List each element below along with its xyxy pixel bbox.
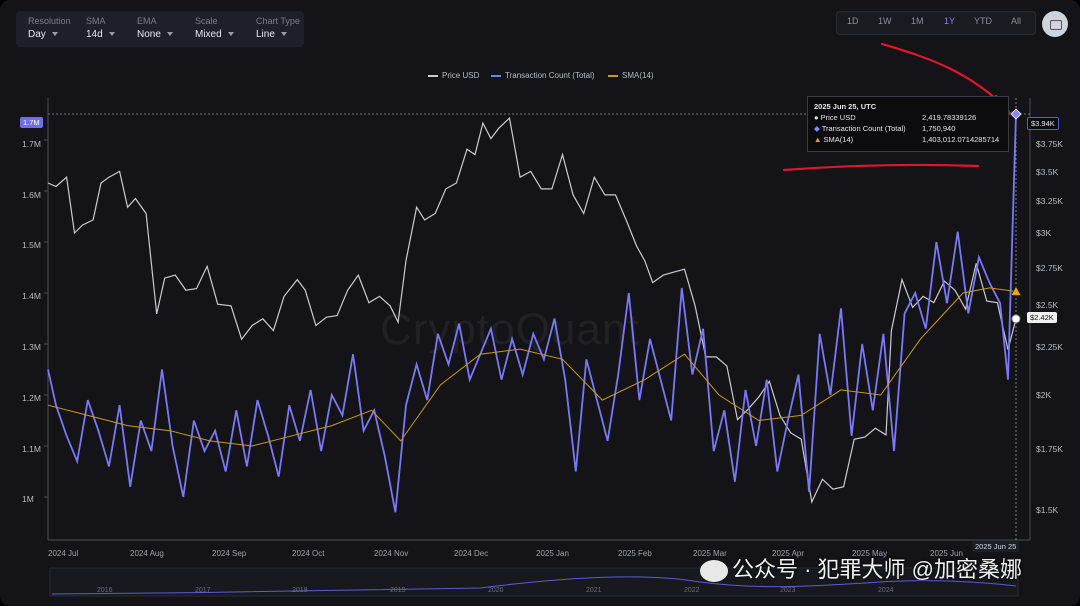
- y-left-tick-1-6m: 1.6M: [22, 190, 41, 200]
- price-badge: $2.42K: [1027, 312, 1057, 323]
- navigator-year-2023: 2023: [780, 587, 796, 594]
- wechat-watermark: 公众号 · 犯罪大师 @加密桑娜: [700, 552, 1022, 584]
- crosshair-right-label: $3.94K: [1027, 117, 1059, 130]
- x-tick-2024-aug: 2024 Aug: [130, 549, 164, 558]
- dot-icon: ●: [814, 113, 819, 122]
- chart-frame: Resolution Day SMA 14d EMA None Scale Mi…: [0, 0, 1080, 606]
- tooltip-value-price: 2,419.78339126: [922, 113, 977, 122]
- navigator-year-2017: 2017: [195, 587, 211, 594]
- y-right-tick-1-5k: $1.5K: [1036, 505, 1059, 515]
- tooltip-value-tx: 1,750,940: [922, 124, 956, 133]
- x-tick-2024-sep: 2024 Sep: [212, 549, 247, 558]
- y-right-tick-3-5k: $3.5K: [1036, 167, 1059, 177]
- y-left-tick-1-3m: 1.3M: [22, 342, 41, 352]
- wechat-logo-icon: [700, 560, 728, 583]
- navigator-year-2019: 2019: [390, 587, 406, 594]
- y-left-tick-1-2m: 1.2M: [22, 393, 41, 403]
- diamond-icon: ◆: [814, 124, 820, 133]
- tooltip-row-sma: ▲ SMA(14): [814, 135, 854, 144]
- y-right-tick-2-25k: $2.25K: [1036, 342, 1063, 352]
- navigator-year-2024: 2024: [878, 587, 894, 594]
- navigator-year-2021: 2021: [586, 587, 602, 594]
- date-badge: 2025 Jun 25: [972, 541, 1020, 552]
- tx-endpoint-marker: [1010, 108, 1022, 120]
- plot-area: [44, 42, 1031, 597]
- crosshair-left-label: 1.7M: [20, 117, 43, 128]
- y-right-tick-2-75k: $2.75K: [1036, 263, 1063, 273]
- tooltip-row-price: ● Price USD: [814, 113, 856, 122]
- y-left-tick-1-4m: 1.4M: [22, 291, 41, 301]
- x-tick-2024-nov: 2024 Nov: [374, 549, 409, 558]
- y-right-tick-3k: $3K: [1036, 228, 1052, 238]
- navigator-year-2016: 2016: [97, 587, 113, 594]
- annotation-underline: [782, 163, 980, 172]
- y-right-tick-1-75k: $1.75K: [1036, 444, 1063, 454]
- y-right-tick-2-5k: $2.5K: [1036, 300, 1059, 310]
- navigator-year-2022: 2022: [684, 587, 700, 594]
- tooltip-row-tx: ◆ Transaction Count (Total): [814, 124, 906, 133]
- navigator-year-2020: 2020: [488, 587, 504, 594]
- y-left-tick-1m: 1M: [22, 494, 34, 504]
- x-tick-2025-jan: 2025 Jan: [536, 549, 569, 558]
- y-right-tick-3-25k: $3.25K: [1036, 196, 1063, 206]
- y-right-tick-2k: $2K: [1036, 390, 1052, 400]
- y-left-tick-1-7m: 1.7M: [22, 139, 41, 149]
- x-tick-2024-dec: 2024 Dec: [454, 549, 489, 558]
- x-tick-2024-jul: 2024 Jul: [48, 549, 79, 558]
- x-tick-2024-oct: 2024 Oct: [292, 549, 325, 558]
- tooltip-date: 2025 Jun 25, UTC: [814, 102, 877, 111]
- y-left-tick-1-5m: 1.5M: [22, 240, 41, 250]
- navigator-year-2018: 2018: [292, 587, 308, 594]
- y-right-tick-3-75k: $3.75K: [1036, 139, 1063, 149]
- hover-tooltip: 2025 Jun 25, UTC ● Price USD 2,419.78339…: [807, 96, 1009, 152]
- series-price-line: [47, 116, 1017, 505]
- triangle-icon: ▲: [814, 135, 822, 144]
- y-left-tick-1-1m: 1.1M: [22, 444, 41, 454]
- price-endpoint-marker: [1011, 314, 1021, 324]
- tooltip-value-sma: 1,403,012.0714285714: [922, 135, 1000, 144]
- x-tick-2025-feb: 2025 Feb: [618, 549, 652, 558]
